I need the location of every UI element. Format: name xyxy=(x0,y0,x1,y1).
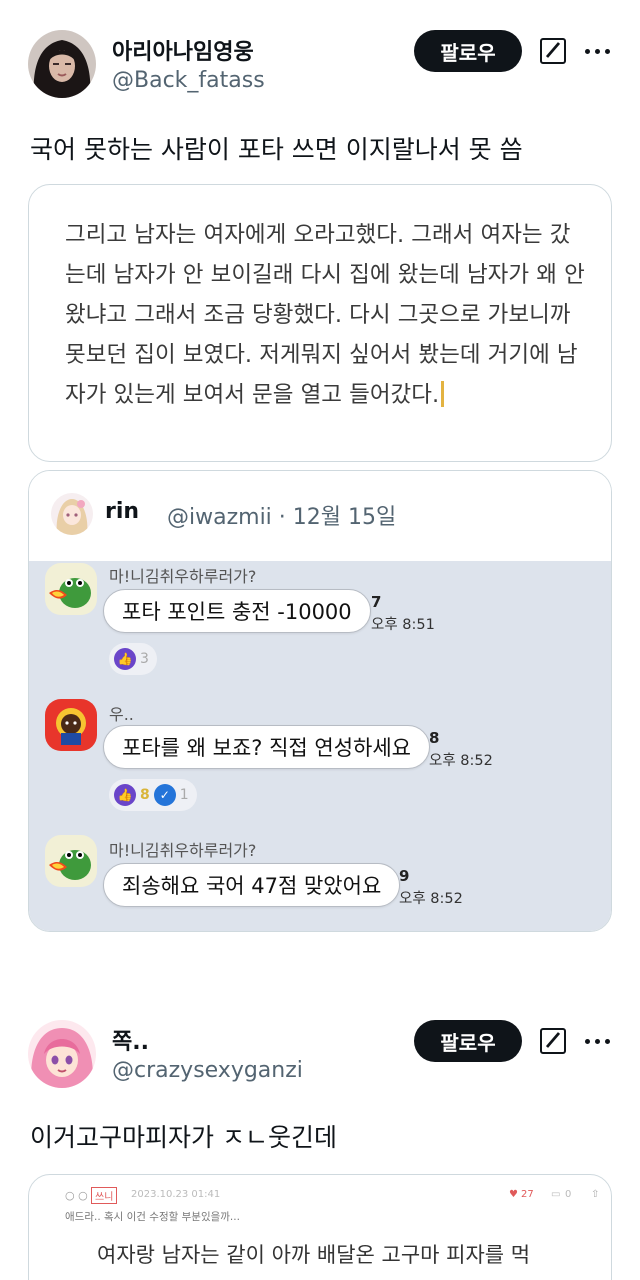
more-icon[interactable] xyxy=(585,38,610,64)
chat-bubble: 포타 포인트 충전 -10000 xyxy=(103,589,371,633)
dinosaur-avatar xyxy=(45,835,97,887)
dinosaur-avatar xyxy=(45,563,97,615)
reaction-count: 1 xyxy=(179,787,189,803)
post-date: 2023.10.23 01:41 xyxy=(131,1189,221,1200)
follow-button[interactable]: 팔로우 xyxy=(414,30,522,72)
handle[interactable]: @crazysexyganzi xyxy=(112,1058,303,1083)
quote-name[interactable]: rin xyxy=(105,499,139,524)
chat-sender: 마!니김취우하루러가? xyxy=(109,567,257,586)
reactions: 👍 3 xyxy=(109,643,157,675)
author-tag: 쓰니 xyxy=(91,1187,118,1204)
chat-screenshot: 마!니김취우하루러가? 포타 포인트 충전 -10000 7 오후 8:51 👍… xyxy=(29,561,611,931)
unread-count: 9 xyxy=(399,867,410,885)
chat-bubble: 죄송해요 국어 47점 맞았어요 xyxy=(103,863,401,907)
tweet-text: 이거고구마피자가 ㅈㄴ웃긴데 xyxy=(30,1123,337,1152)
more-icon[interactable] xyxy=(585,1028,610,1054)
tweet-text: 국어 못하는 사람이 포타 쓰면 이지랄나서 못 씀 xyxy=(30,135,523,164)
comment-icon: ▭ xyxy=(551,1189,561,1200)
grok-icon[interactable] xyxy=(540,1028,566,1054)
like-count: 27 xyxy=(521,1189,534,1200)
display-name[interactable]: 아리아나임영웅 xyxy=(112,34,254,66)
reactions: 👍 8 ✓ 1 xyxy=(109,779,197,811)
post-1: 아리아나임영웅 @Back_fatass 팔로우 국어 못하는 사람이 포타 쓰… xyxy=(0,0,640,960)
unread-count: 8 xyxy=(429,729,440,747)
reaction-count: 8 xyxy=(140,787,150,803)
display-name[interactable]: 쪽.. xyxy=(112,1024,149,1056)
thumbs-up-icon: 👍 xyxy=(114,784,136,806)
story-text: 그리고 남자는 여자에게 오라고했다. 그래서 여자는 갔는데 남자가 안 보이… xyxy=(65,222,585,408)
chat-bubble: 포타를 왜 보죠? 직접 연성하세요 xyxy=(103,725,431,769)
character-avatar xyxy=(45,699,97,751)
quoted-tweet[interactable]: rin @iwazmii · 12월 15일 마!니김취우하루러가? 포타 포인… xyxy=(28,470,612,932)
avatar[interactable] xyxy=(28,30,96,98)
reaction-count: 3 xyxy=(140,651,149,667)
comment-count: 0 xyxy=(565,1189,572,1200)
post-meta: ○ ○ 쓰니 2023.10.23 01:41 ♥ 27 ▭ 0 ⇧ 애드라..… xyxy=(29,1175,611,1223)
grok-icon[interactable] xyxy=(540,38,566,64)
message-time: 오후 8:51 xyxy=(371,617,435,633)
post-2: 쪽.. @crazysexyganzi 팔로우 이거고구마피자가 ㅈㄴ웃긴데 ○… xyxy=(0,990,640,1280)
quote-header: rin @iwazmii · 12월 15일 xyxy=(29,471,611,561)
media-image[interactable]: ○ ○ 쓰니 2023.10.23 01:41 ♥ 27 ▭ 0 ⇧ 애드라..… xyxy=(28,1174,612,1280)
share-icon: ⇧ xyxy=(591,1189,600,1200)
media-image[interactable]: 그리고 남자는 여자에게 오라고했다. 그래서 여자는 갔는데 남자가 안 보이… xyxy=(28,184,612,462)
story-text: 여자랑 남자는 같이 아까 배달온 고구마 피자를 먹 xyxy=(97,1243,531,1267)
quote-avatar[interactable] xyxy=(51,493,93,535)
chat-sender: 우.. xyxy=(109,705,134,724)
unread-count: 7 xyxy=(371,593,382,611)
avatar[interactable] xyxy=(28,1020,96,1088)
handle[interactable]: @Back_fatass xyxy=(112,68,265,93)
text-cursor xyxy=(441,381,445,407)
message-time: 오후 8:52 xyxy=(399,891,463,907)
dots: ○ ○ xyxy=(65,1189,88,1202)
follow-button[interactable]: 팔로우 xyxy=(414,1020,522,1062)
message-time: 오후 8:52 xyxy=(429,753,493,769)
thumbs-up-icon: 👍 xyxy=(114,648,136,670)
check-icon: ✓ xyxy=(153,784,176,806)
like-icon: ♥ xyxy=(509,1189,518,1200)
quote-handle-date[interactable]: @iwazmii · 12월 15일 xyxy=(167,499,396,531)
post-subtitle: 애드라.. 혹시 이건 수정할 부분있을까... xyxy=(65,1211,240,1223)
chat-sender: 마!니김취우하루러가? xyxy=(109,841,257,860)
